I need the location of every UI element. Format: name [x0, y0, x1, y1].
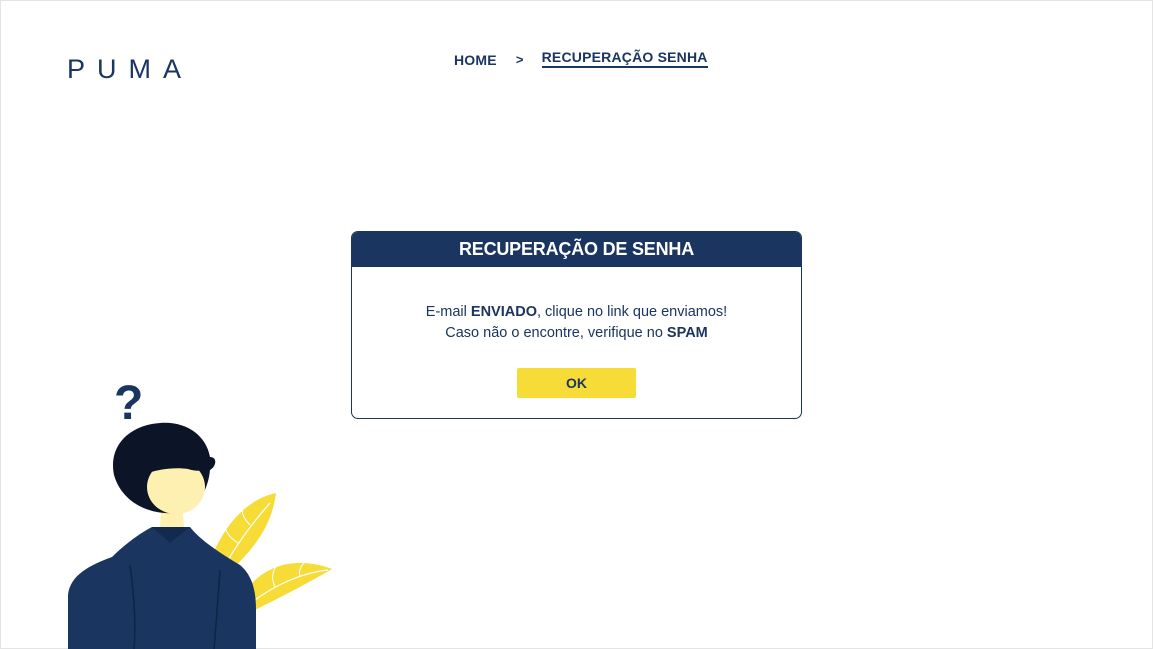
breadcrumb-current-page: RECUPERAÇÃO SENHA: [541, 49, 708, 68]
ok-button[interactable]: OK: [517, 368, 636, 398]
dialog-message-line-2: Caso não o encontre, verifique no SPAM: [445, 325, 708, 341]
breadcrumb: HOME > RECUPERAÇÃO SENHA: [454, 49, 708, 68]
person-head: [113, 422, 216, 514]
dialog-message: E-mail ENVIADO, clique no link que envia…: [352, 267, 801, 344]
spam-emphasis: SPAM: [666, 325, 708, 341]
dialog-title: RECUPERAÇÃO DE SENHA: [352, 232, 801, 267]
brand-logo[interactable]: PUMA: [67, 54, 193, 84]
dialog-message-line-1: E-mail ENVIADO, clique no link que envia…: [425, 304, 728, 320]
confused-person-illustration: ?: [68, 377, 332, 649]
question-mark-icon: ?: [114, 377, 143, 430]
sent-emphasis: ENVIADO: [470, 304, 537, 320]
breadcrumb-home-link[interactable]: HOME: [454, 52, 497, 68]
breadcrumb-separator: >: [515, 52, 524, 67]
password-recovery-dialog: RECUPERAÇÃO DE SENHA E-mail ENVIADO, cli…: [351, 231, 802, 419]
